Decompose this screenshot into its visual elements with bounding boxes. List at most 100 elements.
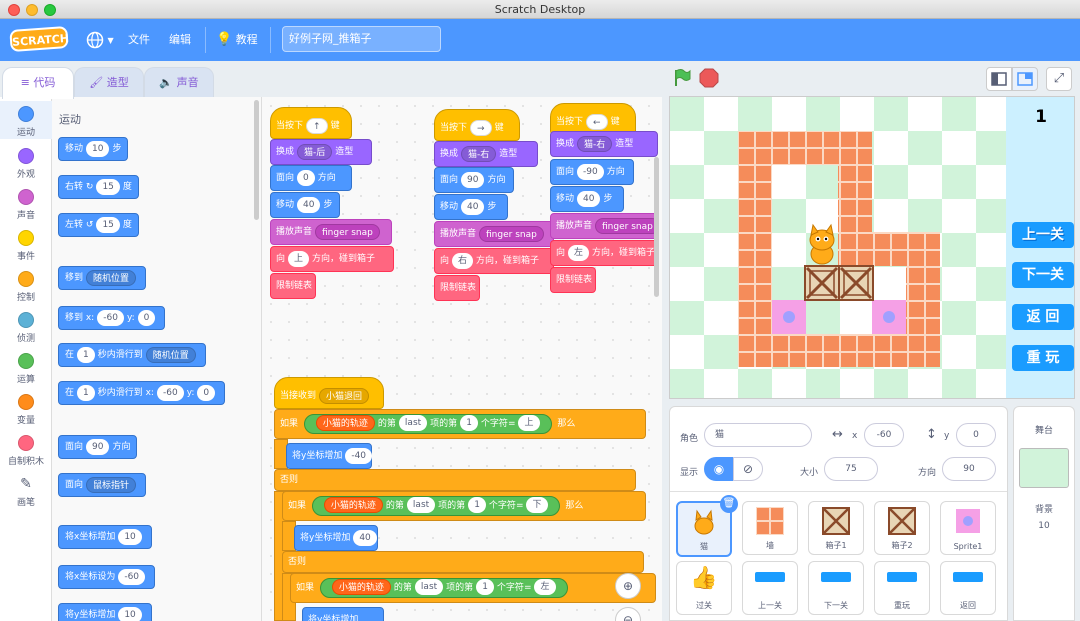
move-steps-block[interactable]: 移动 40 步 — [550, 186, 624, 212]
minimize-window-button[interactable] — [26, 4, 38, 16]
point-towards-block[interactable]: 面向 鼠标指针 — [58, 473, 147, 497]
set-x-block[interactable]: 将x坐标设为 -60 — [58, 565, 156, 589]
sprite-tile-next[interactable]: 下一关 — [808, 561, 864, 615]
limit-list-block[interactable]: 限制链表 — [270, 273, 316, 299]
x-input[interactable]: -60 — [864, 423, 904, 447]
turn-right-block[interactable]: 右转 ↻ 15 度 — [58, 175, 139, 199]
language-menu[interactable]: ▼ — [86, 19, 114, 61]
workspace-scrollbar[interactable] — [654, 157, 659, 297]
category-events[interactable]: 事件 — [0, 225, 52, 263]
size-input[interactable]: 75 — [824, 457, 878, 481]
category-variables[interactable]: 变量 — [0, 389, 52, 427]
point-direction-block[interactable]: 面向 90 方向 — [58, 435, 138, 459]
sprite-name-input[interactable]: 猫 — [704, 423, 812, 447]
tab-costumes[interactable]: 🖌 造型 — [74, 67, 144, 99]
goto-block[interactable]: 移到 随机位置 — [58, 266, 147, 290]
limit-list-block[interactable]: 限制链表 — [434, 275, 480, 301]
category-pen[interactable]: ✎ 画笔 — [0, 471, 52, 509]
category-sensing[interactable]: 侦测 — [0, 307, 52, 345]
sprite-tile-pass[interactable]: 👍 过关 — [676, 561, 732, 615]
change-x-block[interactable]: 将x坐标增加 10 — [58, 525, 152, 549]
category-my-blocks[interactable]: 自制积木 — [0, 430, 52, 468]
move-steps-block[interactable]: 移动 10 步 — [58, 137, 129, 161]
crate-sprite[interactable] — [838, 265, 874, 301]
edit-menu[interactable]: 编辑 — [169, 19, 191, 61]
change-y-block[interactable]: 将y坐标增加 — [302, 607, 384, 621]
fullscreen-button[interactable]: ⤢ — [1046, 67, 1072, 91]
crate-sprite[interactable] — [804, 265, 840, 301]
zoom-in-button[interactable]: ⊕ — [615, 573, 641, 599]
equals-operator[interactable]: 小猫的轨迹 的第 last 项的第 1 个字符= 上 — [303, 413, 552, 434]
category-motion[interactable]: 运动 — [0, 101, 52, 139]
next-level-button[interactable]: 下一关 — [1012, 262, 1074, 288]
category-looks[interactable]: 外观 — [0, 143, 52, 181]
replay-button[interactable]: 重 玩 — [1012, 345, 1074, 371]
sprite-tile-replay[interactable]: 重玩 — [874, 561, 930, 615]
zoom-out-button[interactable]: ⊖ — [615, 607, 641, 621]
hide-sprite-button[interactable]: ⊘ — [733, 457, 763, 481]
sprite-tile-back[interactable]: 返回 — [940, 561, 996, 615]
point-direction-block[interactable]: 面向 90 方向 — [434, 167, 514, 193]
close-window-button[interactable] — [8, 4, 20, 16]
equals-operator[interactable]: 小猫的轨迹 的第 last 项的第 1 个字符= 左 — [319, 577, 568, 598]
sprite-tile-wall[interactable]: 墙 — [742, 501, 798, 555]
when-receive-hat[interactable]: 当接收到 小猫退回 — [274, 377, 384, 409]
move-steps-block[interactable]: 移动 40 步 — [434, 194, 508, 220]
change-y-block[interactable]: 将y坐标增加 -40 — [286, 443, 373, 469]
switch-costume-block[interactable]: 换成 猫-右 造型 — [550, 131, 658, 157]
glide-xy-block[interactable]: 在 1 秒内滑行到 x: -60 y: 0 — [58, 381, 226, 405]
small-stage-button[interactable] — [986, 67, 1012, 91]
play-sound-block[interactable]: 播放声音 finger snap — [270, 219, 392, 245]
prev-level-button[interactable]: 上一关 — [1012, 222, 1074, 248]
equals-operator[interactable]: 小猫的轨迹 的第 last 项的第 1 个字符= 下 — [311, 495, 560, 516]
turn-left-block[interactable]: 左转 ↺ 15 度 — [58, 213, 139, 237]
sprite-tile-prev[interactable]: 上一关 — [742, 561, 798, 615]
when-key-pressed-hat[interactable]: 当按下 → 键 — [434, 109, 520, 141]
custom-push-block[interactable]: 向右方向，碰到箱子 — [434, 248, 554, 274]
stop-icon[interactable] — [699, 68, 719, 88]
category-operators[interactable]: 运算 — [0, 348, 52, 386]
sprite-tile-sprite1[interactable]: Sprite1 — [940, 501, 996, 555]
stage-target-panel[interactable]: 舞台 背景 10 — [1013, 406, 1075, 621]
sprite-tile-box2[interactable]: 箱子2 — [874, 501, 930, 555]
tutorials-menu[interactable]: 💡 教程 — [216, 19, 258, 61]
point-direction-block[interactable]: 面向 0 方向 — [270, 165, 352, 191]
cat-sprite[interactable] — [809, 223, 835, 265]
tab-sounds[interactable]: 🔈 声音 — [144, 67, 214, 99]
delete-sprite-button[interactable]: 🗑 — [720, 495, 738, 513]
when-key-pressed-hat[interactable]: 当按下 ↑ 键 — [270, 107, 352, 139]
category-sound[interactable]: 声音 — [0, 184, 52, 222]
direction-input[interactable]: 90 — [942, 457, 996, 481]
switch-costume-block[interactable]: 换成 猫-后 造型 — [270, 139, 372, 165]
goto-xy-block[interactable]: 移到 x: -60 y: 0 — [58, 306, 166, 330]
move-steps-block[interactable]: 移动 40 步 — [270, 192, 340, 218]
y-input[interactable]: 0 — [956, 423, 996, 447]
change-y-block[interactable]: 将y坐标增加 10 — [58, 603, 152, 621]
nested-if-else-block[interactable]: 如果 小猫的轨迹 的第 last 项的第 1 个字符= 下 那么 — [282, 491, 646, 521]
sprite-tile-box1[interactable]: 箱子1 — [808, 501, 864, 555]
sprite-tile-cat[interactable]: 猫 🗑 — [676, 495, 738, 557]
change-y-block[interactable]: 将y坐标增加 40 — [294, 525, 378, 551]
glide-block[interactable]: 在 1 秒内滑行到 随机位置 — [58, 343, 206, 367]
show-sprite-button[interactable]: ◉ — [704, 457, 734, 481]
file-menu[interactable]: 文件 — [128, 19, 150, 61]
green-flag-icon[interactable] — [672, 68, 692, 88]
point-direction-block[interactable]: 面向 -90 方向 — [550, 159, 634, 185]
palette-scrollbar[interactable] — [254, 100, 259, 220]
nested-if-block[interactable]: 如果 小猫的轨迹 的第 last 项的第 1 个字符= 左 — [290, 573, 656, 603]
custom-push-block[interactable]: 向左方向，碰到箱子 — [550, 240, 658, 266]
switch-costume-block[interactable]: 换成 猫-右 造型 — [434, 141, 538, 167]
limit-list-block[interactable]: 限制链表 — [550, 267, 596, 293]
project-title-input[interactable]: 好例子网_推箱子 — [282, 26, 441, 52]
custom-push-block[interactable]: 向上方向，碰到箱子 — [270, 246, 394, 272]
back-button[interactable]: 返 回 — [1012, 304, 1074, 330]
play-sound-block[interactable]: 播放声音 finger snap — [550, 213, 658, 239]
scratch-logo[interactable]: SCRATCH — [9, 26, 69, 52]
play-sound-block[interactable]: 播放声音 finger snap — [434, 221, 554, 247]
if-else-block[interactable]: 如果 小猫的轨迹 的第 last 项的第 1 个字符= 上 那么 — [274, 409, 646, 439]
stage-canvas[interactable]: 1 上一关 下一关 返 回 重 玩 — [669, 96, 1075, 399]
category-control[interactable]: 控制 — [0, 266, 52, 304]
large-stage-button[interactable] — [1012, 67, 1038, 91]
tab-code[interactable]: ≡ 代码 — [2, 67, 74, 99]
zoom-window-button[interactable] — [44, 4, 56, 16]
